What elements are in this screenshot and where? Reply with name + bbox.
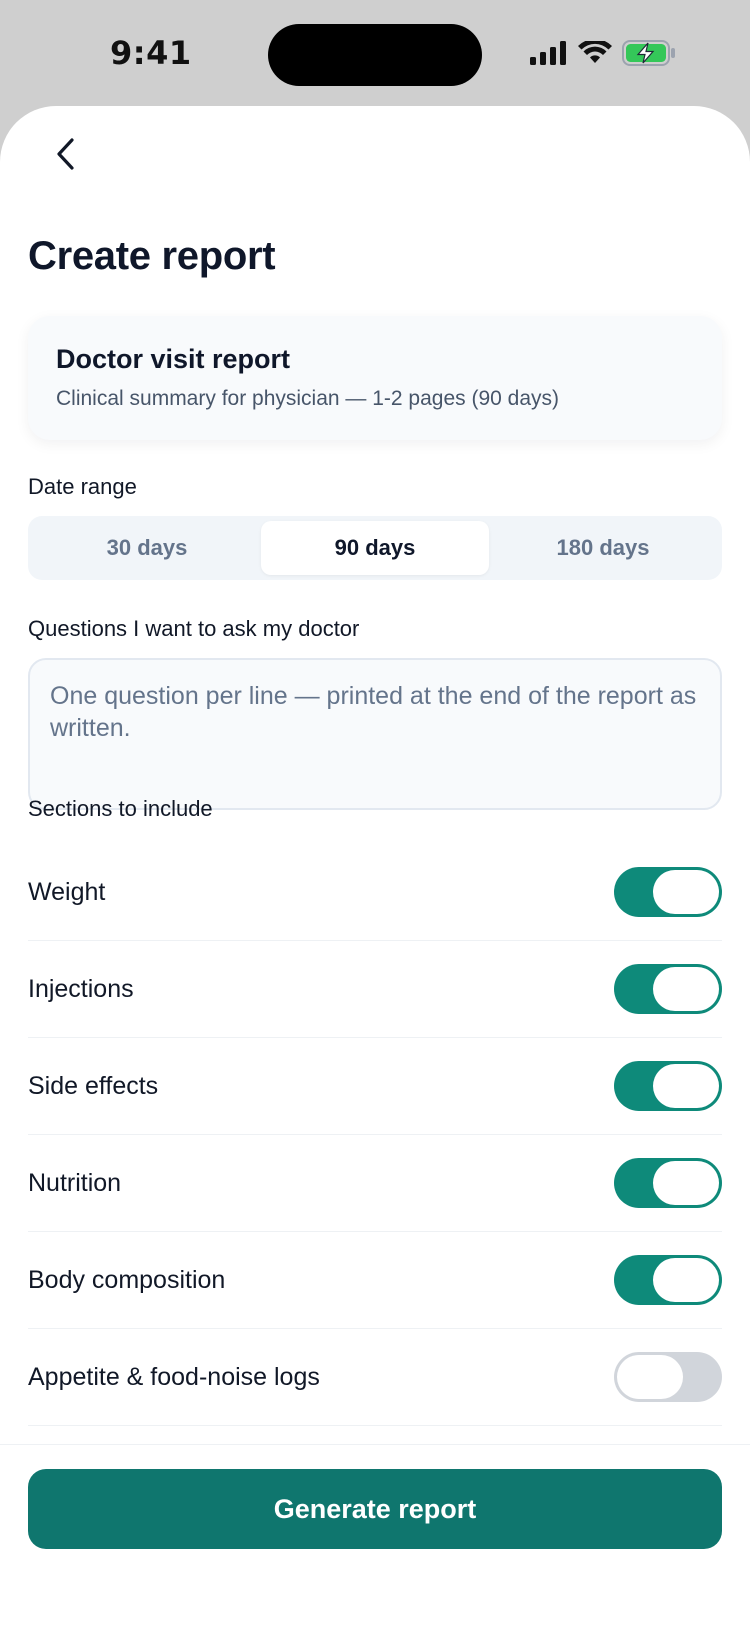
appetite-logs-toggle[interactable] xyxy=(614,1352,722,1402)
toggle-knob xyxy=(617,1355,683,1399)
section-label: Weight xyxy=(28,877,106,906)
section-row-appetite-logs: Appetite & food-noise logs xyxy=(28,1329,722,1426)
sections-list: Weight Injections Side effects Nutrition… xyxy=(28,844,722,1426)
section-label: Injections xyxy=(28,974,134,1003)
section-row-weight: Weight xyxy=(28,844,722,941)
report-type-card[interactable]: Doctor visit report Clinical summary for… xyxy=(28,316,722,440)
dynamic-island xyxy=(268,24,482,86)
chevron-left-icon xyxy=(54,137,78,176)
injections-toggle[interactable] xyxy=(614,964,722,1014)
toggle-knob xyxy=(653,1161,719,1205)
section-label: Body composition xyxy=(28,1265,226,1294)
create-report-sheet: Create report Doctor visit report Clinic… xyxy=(0,106,750,1630)
date-range-option-90[interactable]: 90 days xyxy=(261,521,489,575)
battery-charging-icon xyxy=(622,39,676,71)
status-time: 9:41 xyxy=(110,34,192,72)
status-icons xyxy=(530,38,676,72)
status-bar: 9:41 xyxy=(0,0,750,106)
toggle-knob xyxy=(653,1064,719,1108)
report-card-title: Doctor visit report xyxy=(56,344,291,374)
bottom-action-bar: Generate report xyxy=(0,1444,750,1630)
signal-icon xyxy=(530,40,568,70)
section-label: Nutrition xyxy=(28,1168,122,1197)
date-range-option-180[interactable]: 180 days xyxy=(489,521,717,575)
section-label: Appetite & food-noise logs xyxy=(28,1362,320,1391)
wifi-icon xyxy=(578,38,612,70)
questions-input[interactable] xyxy=(28,658,722,810)
date-range-option-30[interactable]: 30 days xyxy=(33,521,261,575)
side-effects-toggle[interactable] xyxy=(614,1061,722,1111)
report-card-subtitle: Clinical summary for physician — 1-2 pag… xyxy=(56,387,560,410)
nutrition-toggle[interactable] xyxy=(614,1158,722,1208)
section-row-body-composition: Body composition xyxy=(28,1232,722,1329)
section-row-nutrition: Nutrition xyxy=(28,1135,722,1232)
questions-label: Questions I want to ask my doctor xyxy=(28,616,360,641)
section-row-injections: Injections xyxy=(28,941,722,1038)
toggle-knob xyxy=(653,870,719,914)
sections-label: Sections to include xyxy=(28,796,213,821)
back-button[interactable] xyxy=(44,134,88,178)
generate-report-button[interactable]: Generate report xyxy=(28,1469,722,1549)
section-row-side-effects: Side effects xyxy=(28,1038,722,1135)
page-title: Create report xyxy=(28,234,276,278)
weight-toggle[interactable] xyxy=(614,867,722,917)
toggle-knob xyxy=(653,1258,719,1302)
date-range-label: Date range xyxy=(28,474,137,499)
body-composition-toggle[interactable] xyxy=(614,1255,722,1305)
section-label: Side effects xyxy=(28,1071,159,1100)
toggle-knob xyxy=(653,967,719,1011)
date-range-selector: 30 days 90 days 180 days xyxy=(28,516,722,580)
